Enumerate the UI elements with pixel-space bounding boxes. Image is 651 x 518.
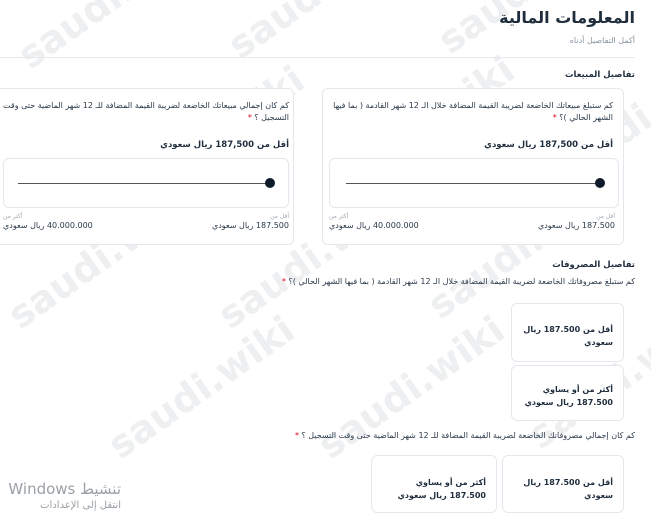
expenses-next-option-more[interactable]: أكثر من أو يساوي 187.500 ريال سعودي: [511, 365, 624, 421]
question-text: كم كان إجمالي مبيعاتك الخاضعة لضريبة الق…: [3, 101, 289, 122]
slider-min-caption: أقل من: [270, 213, 289, 220]
required-marker: *: [247, 113, 252, 122]
required-marker: *: [552, 113, 557, 122]
selected-answer: أقل من 187,500 ريال سعودي: [484, 140, 613, 150]
slider-min-caption: أقل من: [596, 213, 615, 220]
selected-answer: أقل من 187,500 ريال سعودي: [160, 140, 289, 150]
sales-section-title: تفاصيل المبيعات: [564, 70, 635, 80]
page-title: المعلومات المالية: [499, 8, 635, 27]
slider-max-caption: أكثر من: [329, 213, 349, 220]
slider-handle[interactable]: [595, 178, 605, 188]
expenses-next-question: كم ستبلغ مصروفاتك الخاضعة لضريبة القيمة …: [281, 277, 635, 286]
watermark-text: saudi.wiki: [100, 307, 303, 467]
sales-past-slider[interactable]: [3, 158, 289, 208]
expenses-past-question: كم كان إجمالي مصروفاتك الخاضعة لضريبة ال…: [294, 431, 635, 440]
windows-activation-title: تنشيط Windows: [8, 480, 121, 498]
slider-max-value: 40.000.000 ريال سعودي: [3, 221, 93, 230]
slider-min-value: 187.500 ريال سعودي: [537, 221, 615, 230]
option-label: أقل من 187.500 ريال سعودي: [523, 325, 613, 347]
slider-max-value: 40.000.000 ريال سعودي: [329, 221, 419, 230]
expenses-section-title: تفاصيل المصروفات: [552, 260, 635, 270]
expenses-past-option-less[interactable]: أقل من 187.500 ريال سعودي: [502, 455, 624, 513]
sales-next-slider[interactable]: [329, 158, 619, 208]
windows-activation-subtitle: انتقل إلى الإعدادات: [40, 500, 121, 511]
slider-min-value: 187.500 ريال سعودي: [211, 221, 289, 230]
watermark-text: saudi.wiki: [10, 0, 213, 77]
slider-track[interactable]: [346, 183, 596, 184]
sales-next-12-months-card: كم ستبلغ مبيعاتك الخاضعة لضريبة القيمة ا…: [322, 88, 624, 245]
option-label: أكثر من أو يساوي 187.500 ريال سعودي: [524, 385, 613, 407]
option-label: أكثر من أو يساوي 187.500 ريال سعودي: [397, 478, 486, 500]
required-marker: *: [294, 431, 299, 440]
slider-max-caption: أكثر من: [3, 213, 23, 220]
slider-track[interactable]: [18, 183, 266, 184]
option-label: أقل من 187.500 ريال سعودي: [523, 478, 613, 500]
watermark-text: saudi.wiki: [310, 307, 513, 467]
header-divider: [0, 57, 635, 58]
expenses-past-option-more[interactable]: أكثر من أو يساوي 187.500 ريال سعودي: [371, 455, 497, 513]
slider-handle[interactable]: [265, 178, 275, 188]
question-text: كم ستبلغ مبيعاتك الخاضعة لضريبة القيمة ا…: [333, 101, 613, 122]
sales-past-12-months-card: كم كان إجمالي مبيعاتك الخاضعة لضريبة الق…: [0, 88, 294, 245]
expenses-next-option-less[interactable]: أقل من 187.500 ريال سعودي: [511, 303, 624, 362]
page-subtitle: أكمل التفاصيل أدناه: [569, 36, 635, 45]
required-marker: *: [281, 277, 286, 286]
